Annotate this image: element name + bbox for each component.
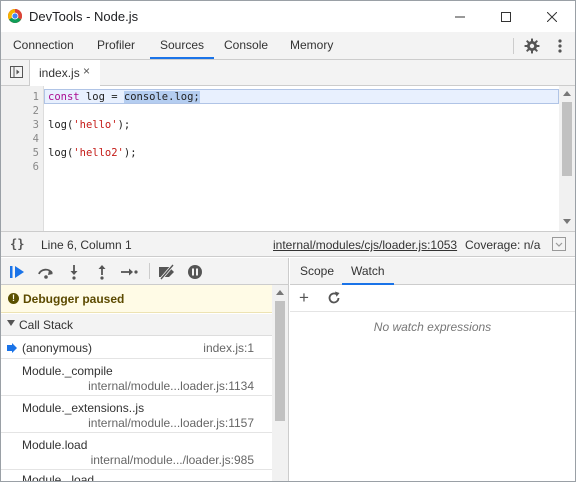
call-stack-title: Call Stack <box>19 318 74 332</box>
scope-watch-pane: Scope Watch + No watch expressions <box>290 258 575 481</box>
main-tab-bar: Connection Profiler Sources Console Memo… <box>1 32 575 60</box>
pause-on-exceptions-icon[interactable] <box>187 264 203 280</box>
refresh-icon[interactable] <box>327 291 341 305</box>
call-frame-location: index.js:1 <box>203 341 254 355</box>
call-frame-name: (anonymous) <box>22 341 93 355</box>
tab-memory[interactable]: Memory <box>290 32 333 59</box>
watch-toolbar: + <box>290 285 575 312</box>
toolbar-divider <box>513 38 514 54</box>
call-frame-item[interactable]: Module._load <box>1 471 272 482</box>
scope-watch-tabs: Scope Watch <box>290 258 575 285</box>
editor-status-bar: {} Line 6, Column 1 internal/modules/cjs… <box>1 231 575 257</box>
code-text: ); <box>117 119 131 131</box>
step-into-icon[interactable] <box>66 264 82 280</box>
window-title: DevTools - Node.js <box>29 9 139 24</box>
tab-watch[interactable]: Watch <box>342 258 394 285</box>
call-stack-header[interactable]: Call Stack <box>1 314 272 336</box>
code-line: log('hello'); <box>48 118 130 132</box>
title-bar: DevTools - Node.js <box>1 1 575 32</box>
editor-scrollbar-thumb[interactable] <box>562 102 572 176</box>
source-location-link[interactable]: internal/modules/cjs/loader.js:1053 <box>273 238 457 252</box>
code-string: 'hello' <box>73 119 118 131</box>
line-number[interactable]: 4 <box>9 132 39 146</box>
code-line: log('hello2'); <box>48 146 137 160</box>
sidebar-scrollbar[interactable] <box>272 285 288 481</box>
code-editor[interactable]: 1 2 3 4 5 6 const log = console.log; log… <box>1 86 575 231</box>
code-text: log = <box>79 91 124 103</box>
expand-triangle-icon <box>7 320 15 326</box>
code-string: 'hello2' <box>73 147 124 159</box>
minimize-icon <box>455 16 465 17</box>
maximize-button[interactable] <box>483 1 529 32</box>
line-number-gutter[interactable]: 1 2 3 4 5 6 <box>1 86 44 231</box>
call-frame-location: internal/module.../loader.js:985 <box>90 453 254 467</box>
no-watch-expressions-message: No watch expressions <box>373 320 492 334</box>
resume-icon[interactable] <box>9 264 27 280</box>
file-tab-close-button[interactable]: × <box>83 64 90 78</box>
code-line: const log = console.log; <box>48 90 200 104</box>
scroll-up-icon[interactable] <box>276 289 284 295</box>
pretty-print-button[interactable]: {} <box>10 237 24 251</box>
call-frame-item[interactable]: (anonymous) index.js:1 <box>1 337 272 359</box>
debugger-paused-label: Debugger paused <box>23 292 125 306</box>
deactivate-breakpoints-icon[interactable] <box>158 264 176 280</box>
code-text: ); <box>123 147 137 159</box>
more-vert-icon[interactable] <box>556 38 564 54</box>
code-selection: console.log; <box>123 91 200 103</box>
line-number[interactable]: 5 <box>9 146 39 160</box>
tab-console[interactable]: Console <box>224 32 268 59</box>
sidebar-scrollbar-thumb[interactable] <box>275 301 285 421</box>
call-frame-name: Module._load <box>22 473 95 482</box>
call-frame-name: Module._compile <box>22 364 113 378</box>
devtools-window: DevTools - Node.js Connection Profiler S… <box>0 0 576 482</box>
tab-connection[interactable]: Connection <box>13 32 74 59</box>
call-frame-location: internal/module...loader.js:1134 <box>88 379 254 393</box>
file-tab-bar: index.js × <box>1 60 575 86</box>
close-icon <box>547 11 557 22</box>
debugger-sidebar: ! Debugger paused Call Stack (anonymous)… <box>1 258 289 482</box>
maximize-icon <box>501 11 511 22</box>
file-tab-index-js[interactable]: index.js × <box>30 60 100 86</box>
editor-scrollbar[interactable] <box>559 86 575 231</box>
tab-sources[interactable]: Sources <box>150 32 215 59</box>
debugger-paused-banner: ! Debugger paused <box>1 285 272 313</box>
debugger-toolbar <box>1 258 288 285</box>
code-text: log( <box>48 119 74 131</box>
call-frame-name: Module.load <box>22 438 88 452</box>
scroll-up-icon[interactable] <box>563 90 571 96</box>
warning-icon: ! <box>8 293 19 304</box>
chrome-logo-icon <box>8 9 22 23</box>
line-number[interactable]: 2 <box>9 104 39 118</box>
current-frame-arrow-icon <box>7 343 17 353</box>
tab-scope[interactable]: Scope <box>300 258 334 285</box>
code-text: log( <box>48 147 74 159</box>
step-out-icon[interactable] <box>94 264 110 280</box>
line-number[interactable]: 1 <box>9 90 39 104</box>
close-window-button[interactable] <box>529 1 575 32</box>
gear-icon[interactable] <box>524 38 540 54</box>
code-keyword: const <box>48 91 80 103</box>
cursor-position: Line 6, Column 1 <box>41 238 132 252</box>
coverage-icon[interactable] <box>552 237 566 251</box>
toggle-navigator-icon[interactable] <box>10 66 23 78</box>
toolbar-divider <box>149 263 150 279</box>
step-icon[interactable] <box>120 264 138 280</box>
file-tab-label: index.js <box>39 66 80 80</box>
call-frame-name: Module._extensions..js <box>22 401 145 415</box>
minimize-button[interactable] <box>437 1 483 32</box>
coverage-status: Coverage: n/a <box>465 238 541 252</box>
scroll-down-icon[interactable] <box>563 219 571 225</box>
tab-profiler[interactable]: Profiler <box>97 32 135 59</box>
call-frame-item[interactable]: Module.load internal/module.../loader.js… <box>1 434 272 470</box>
call-frame-location: internal/module...loader.js:1157 <box>88 416 254 430</box>
add-watch-expression-button[interactable]: + <box>299 288 309 308</box>
line-number[interactable]: 3 <box>9 118 39 132</box>
call-frame-item[interactable]: Module._compile internal/module...loader… <box>1 360 272 396</box>
step-over-icon[interactable] <box>37 264 55 280</box>
line-number[interactable]: 6 <box>9 160 39 174</box>
call-frame-item[interactable]: Module._extensions..js internal/module..… <box>1 397 272 433</box>
